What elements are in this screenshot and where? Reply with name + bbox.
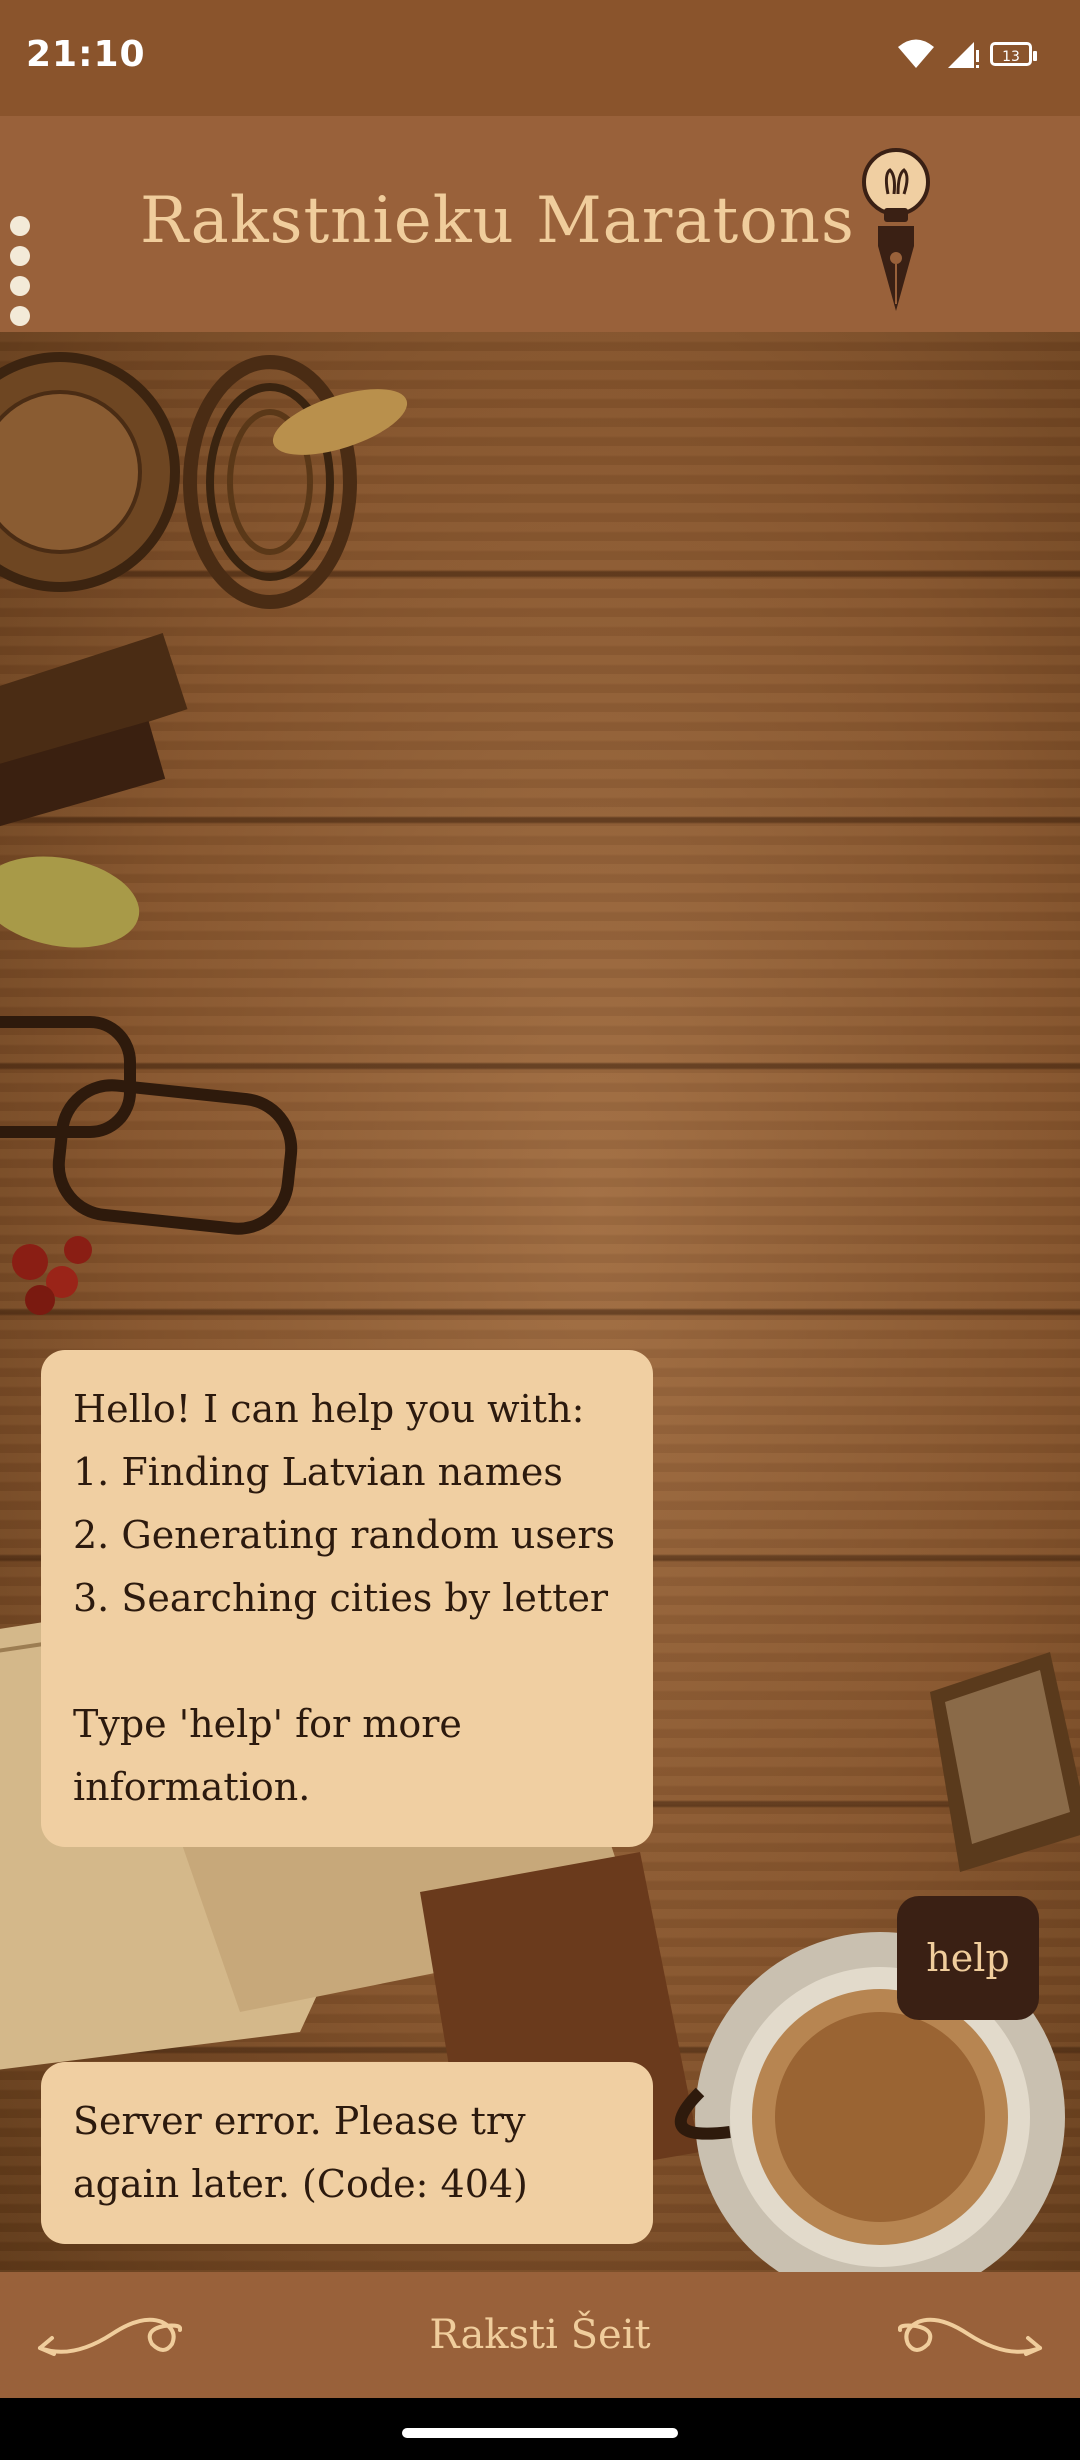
- more-vert-icon[interactable]: [10, 216, 32, 336]
- status-time: 21:10: [26, 34, 146, 75]
- status-icons: 13: [896, 38, 1037, 70]
- signal-icon: [948, 42, 979, 68]
- user-message-help: help: [897, 1896, 1039, 2020]
- swirl-arrow-right-icon[interactable]: [898, 2300, 1048, 2370]
- battery-level: 13: [1002, 49, 1020, 65]
- battery-icon: 13: [990, 42, 1037, 66]
- app-header: Rakstnieku Maratons: [0, 116, 1080, 332]
- input-bar: Raksti Šeit: [0, 2272, 1080, 2398]
- bot-message-error: Server error. Please try again later. (C…: [41, 2062, 653, 2244]
- bot-message-welcome: Hello! I can help you with: 1. Finding L…: [41, 1350, 653, 1847]
- chat-area[interactable]: Hello! I can help you with: 1. Finding L…: [0, 332, 1080, 2272]
- app-title: Rakstnieku Maratons: [140, 184, 855, 258]
- wifi-icon: [898, 39, 934, 68]
- status-bar: 21:10 13: [0, 0, 1080, 116]
- home-indicator[interactable]: [402, 2428, 678, 2438]
- lightbulb-pen-icon: [862, 148, 930, 311]
- system-nav-bar: [0, 2398, 1080, 2460]
